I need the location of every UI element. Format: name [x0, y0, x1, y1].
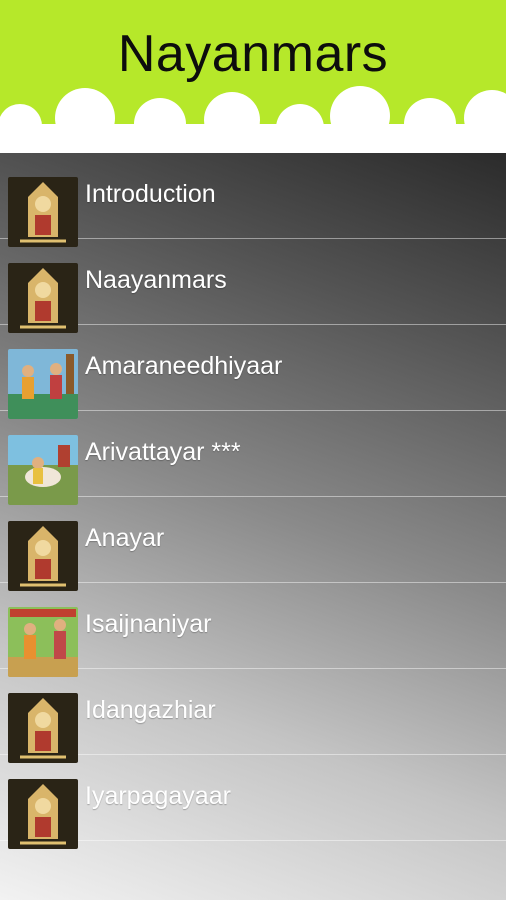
list-item-arivattayar[interactable]: Arivattayar *** — [0, 411, 506, 505]
list-item-idangazhiar[interactable]: Idangazhiar — [0, 669, 506, 763]
deity-icon — [8, 177, 78, 247]
deity-icon — [8, 521, 78, 591]
page-title: Nayanmars — [117, 25, 389, 83]
list-item-label: Isaijnaniyar — [85, 610, 212, 638]
nayanmar-list: Introduction Naayanmars Amaraneedhiyaar … — [0, 153, 506, 900]
list-item-label: Amaraneedhiyaar — [85, 352, 283, 380]
list-item-label: Arivattayar *** — [85, 438, 241, 466]
list-item-naayanmars[interactable]: Naayanmars — [0, 239, 506, 333]
list-item-label: Introduction — [85, 180, 216, 208]
list-item-label: Iyarpagayaar — [85, 782, 231, 810]
painting-green-icon — [8, 607, 78, 677]
list-item-isaijnaniyar[interactable]: Isaijnaniyar — [0, 583, 506, 677]
app-header: Nayanmars — [0, 0, 506, 153]
list-item-iyarpagayaar[interactable]: Iyarpagayaar — [0, 755, 506, 849]
deity-icon — [8, 693, 78, 763]
list-item-label: Idangazhiar — [85, 696, 216, 724]
painting-blue-icon — [8, 349, 78, 419]
list-item-label: Naayanmars — [85, 266, 227, 294]
list-item-label: Anayar — [85, 524, 165, 552]
deity-icon — [8, 779, 78, 849]
cloud-border-decoration — [0, 86, 506, 153]
list-item-amaraneedhiyaar[interactable]: Amaraneedhiyaar — [0, 325, 506, 419]
painting-cow-icon — [8, 435, 78, 505]
deity-icon — [8, 263, 78, 333]
list-item-introduction[interactable]: Introduction — [0, 153, 506, 247]
list-item-anayar[interactable]: Anayar — [0, 497, 506, 591]
